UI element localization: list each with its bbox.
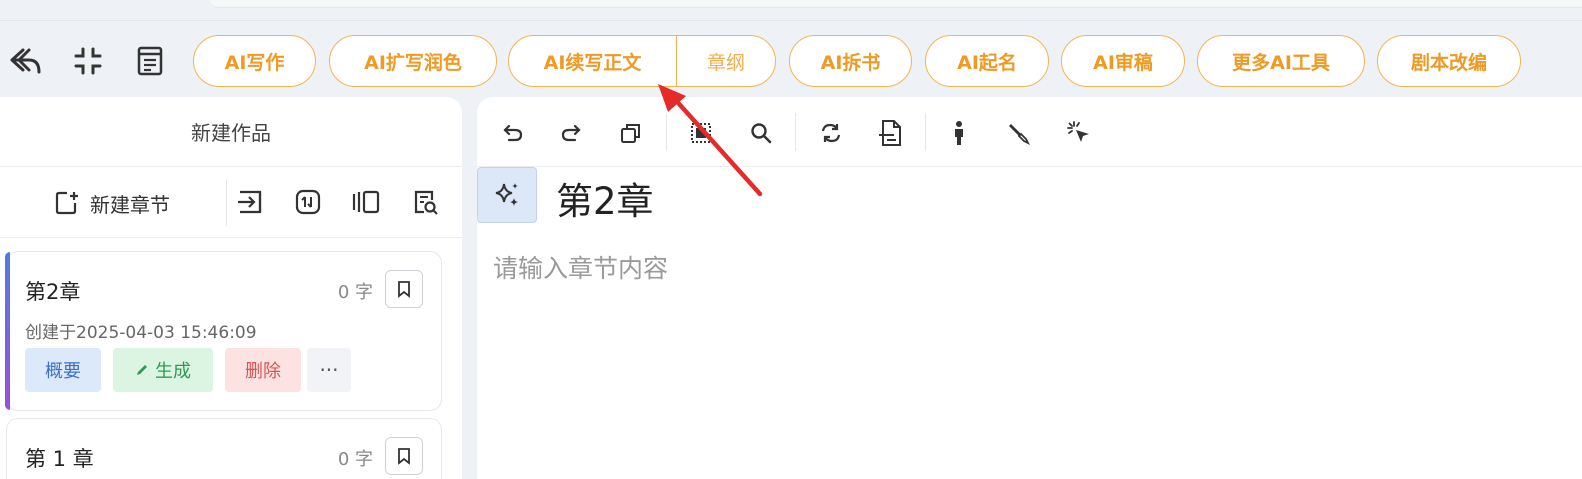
chapter-title[interactable]: 第2章	[556, 171, 654, 225]
generate-button[interactable]: 生成	[113, 348, 213, 392]
chapter-card-active[interactable]: 第2章 0 字 创建于2025-04-03 15:46:09 概要 生成 删除 …	[5, 251, 442, 411]
copy-icon[interactable]	[615, 117, 647, 149]
search-icon[interactable]	[745, 117, 777, 149]
sidebar-toolbar: 新建章节	[0, 168, 462, 238]
separator	[795, 113, 796, 151]
ai-continue-split-button: AI续写正文 章纲	[508, 35, 776, 87]
script-adapt-button[interactable]: 剧本改编	[1377, 35, 1521, 87]
created-date: 创建于2025-04-03 15:46:09	[25, 323, 257, 343]
chapter-card[interactable]: 第 1 章 0 字	[6, 418, 442, 479]
main-toolbar: AI写作 AI扩写润色 AI续写正文 章纲 AI拆书 AI起名 AI审稿 更多A…	[0, 20, 1582, 100]
redo-icon[interactable]	[555, 117, 587, 149]
delete-button[interactable]: 删除	[225, 348, 301, 392]
chapter-outline-button[interactable]: 章纲	[677, 36, 775, 86]
search-doc-icon[interactable]	[410, 186, 442, 218]
ai-split-book-button[interactable]: AI拆书	[789, 35, 912, 87]
undo-icon[interactable]	[497, 117, 529, 149]
word-count: 0 字	[337, 282, 373, 303]
layout-icon[interactable]	[350, 186, 382, 218]
sparkle-icon	[495, 183, 518, 206]
ai-expand-polish-button[interactable]: AI扩写润色	[329, 35, 497, 87]
collapse-icon[interactable]	[70, 43, 106, 79]
bookmark-icon	[398, 448, 410, 465]
top-bar	[210, 0, 1582, 8]
chapter-name: 第 1 章	[25, 447, 94, 471]
document-icon[interactable]	[132, 43, 168, 79]
editor-toolbar	[477, 97, 1582, 167]
person-icon[interactable]	[943, 117, 975, 149]
pencil-icon	[137, 365, 147, 375]
highlighter-icon[interactable]	[1003, 117, 1035, 149]
new-chapter-label: 新建章节	[90, 192, 170, 217]
back-icon[interactable]	[8, 43, 44, 79]
chapter-sidebar: 新建作品 新建章节 第2章 0 字 创建于2025-04-03 15:46:09…	[0, 97, 462, 479]
chapter-editor: 第2章 请输入章节内容	[477, 97, 1582, 479]
chapter-name: 第2章	[25, 280, 81, 304]
bookmark-button[interactable]	[385, 437, 423, 475]
select-all-icon[interactable]	[685, 117, 717, 149]
content-placeholder[interactable]: 请输入章节内容	[493, 249, 668, 285]
new-chapter-button[interactable]: 新建章节	[54, 188, 170, 218]
word-count: 0 字	[337, 449, 373, 470]
more-button[interactable]: ···	[307, 348, 351, 392]
separator	[666, 113, 667, 151]
bookmark-button[interactable]	[385, 270, 423, 308]
ai-write-button[interactable]: AI写作	[193, 35, 316, 87]
ai-naming-button[interactable]: AI起名	[925, 35, 1049, 87]
replace-icon[interactable]	[815, 117, 847, 149]
sort-icon[interactable]	[292, 186, 324, 218]
divider	[226, 180, 227, 226]
generate-label: 生成	[155, 361, 191, 382]
top-strip	[0, 0, 1582, 20]
work-title[interactable]: 新建作品	[0, 97, 462, 167]
cursor-click-icon[interactable]	[1063, 117, 1095, 149]
add-file-icon	[55, 191, 78, 215]
more-ai-tools-button[interactable]: 更多AI工具	[1197, 35, 1365, 87]
summary-button[interactable]: 概要	[25, 348, 101, 392]
ai-sparkle-button[interactable]	[477, 167, 537, 223]
separator	[925, 113, 926, 151]
import-icon[interactable]	[234, 186, 266, 218]
bookmark-icon	[398, 281, 410, 298]
ai-continue-button[interactable]: AI续写正文	[509, 36, 677, 86]
ai-review-button[interactable]: AI审稿	[1061, 35, 1185, 87]
format-icon[interactable]	[875, 117, 907, 149]
